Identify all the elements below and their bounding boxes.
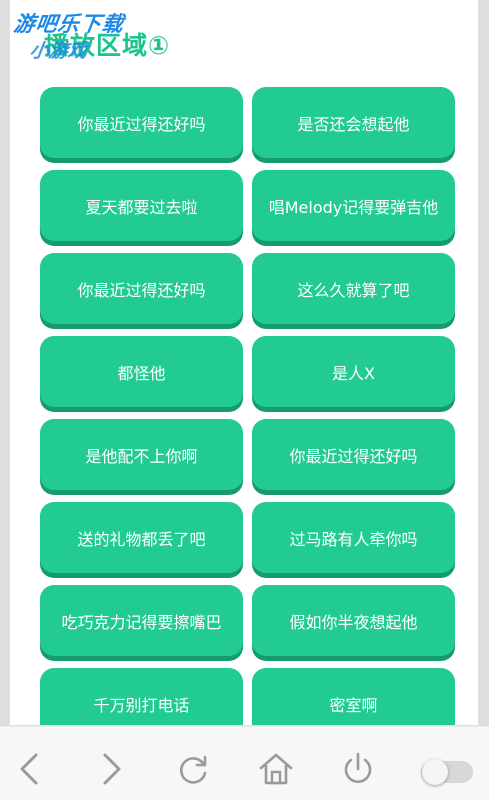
browser-bottom-toolbar bbox=[0, 726, 489, 800]
sound-button[interactable]: 是他配不上你啊 bbox=[40, 419, 243, 490]
sound-button[interactable]: 是否还会想起他 bbox=[252, 87, 455, 158]
forward-arrow-icon[interactable] bbox=[89, 747, 133, 791]
sound-button[interactable]: 唱Melody记得要弹吉他 bbox=[252, 170, 455, 241]
toggle-knob bbox=[422, 759, 448, 785]
sound-button[interactable]: 送的礼物都丢了吧 bbox=[40, 502, 243, 573]
sound-button-grid: 你最近过得还好吗 是否还会想起他 夏天都要过去啦 唱Melody记得要弹吉他 你… bbox=[40, 87, 455, 725]
sound-button[interactable]: 这么久就算了吧 bbox=[252, 253, 455, 324]
sound-button[interactable]: 夏天都要过去啦 bbox=[40, 170, 243, 241]
refresh-icon[interactable] bbox=[171, 747, 215, 791]
sound-button[interactable]: 吃巧克力记得要擦嘴巴 bbox=[40, 585, 243, 656]
sound-button[interactable]: 是人X bbox=[252, 336, 455, 407]
sound-button[interactable]: 密室啊 bbox=[252, 668, 455, 725]
back-arrow-icon[interactable] bbox=[8, 747, 52, 791]
page-header: 播放区域① 游吧乐下载 小游戏 bbox=[10, 0, 478, 80]
sound-button[interactable]: 你最近过得还好吗 bbox=[252, 419, 455, 490]
watermark-subtitle: 小游戏 bbox=[28, 40, 89, 62]
sound-button[interactable]: 过马路有人牵你吗 bbox=[252, 502, 455, 573]
sound-button[interactable]: 假如你半夜想起他 bbox=[252, 585, 455, 656]
home-icon[interactable] bbox=[254, 747, 298, 791]
sound-button[interactable]: 你最近过得还好吗 bbox=[40, 253, 243, 324]
sound-button[interactable]: 都怪他 bbox=[40, 336, 243, 407]
content-page: 播放区域① 游吧乐下载 小游戏 你最近过得还好吗 是否还会想起他 夏天都要过去啦… bbox=[10, 0, 478, 725]
night-mode-toggle[interactable] bbox=[421, 759, 473, 785]
sound-button[interactable]: 你最近过得还好吗 bbox=[40, 87, 243, 158]
power-icon[interactable] bbox=[336, 747, 380, 791]
watermark-logo: 游吧乐下载 bbox=[12, 12, 126, 36]
sound-button[interactable]: 千万别打电话 bbox=[40, 668, 243, 725]
